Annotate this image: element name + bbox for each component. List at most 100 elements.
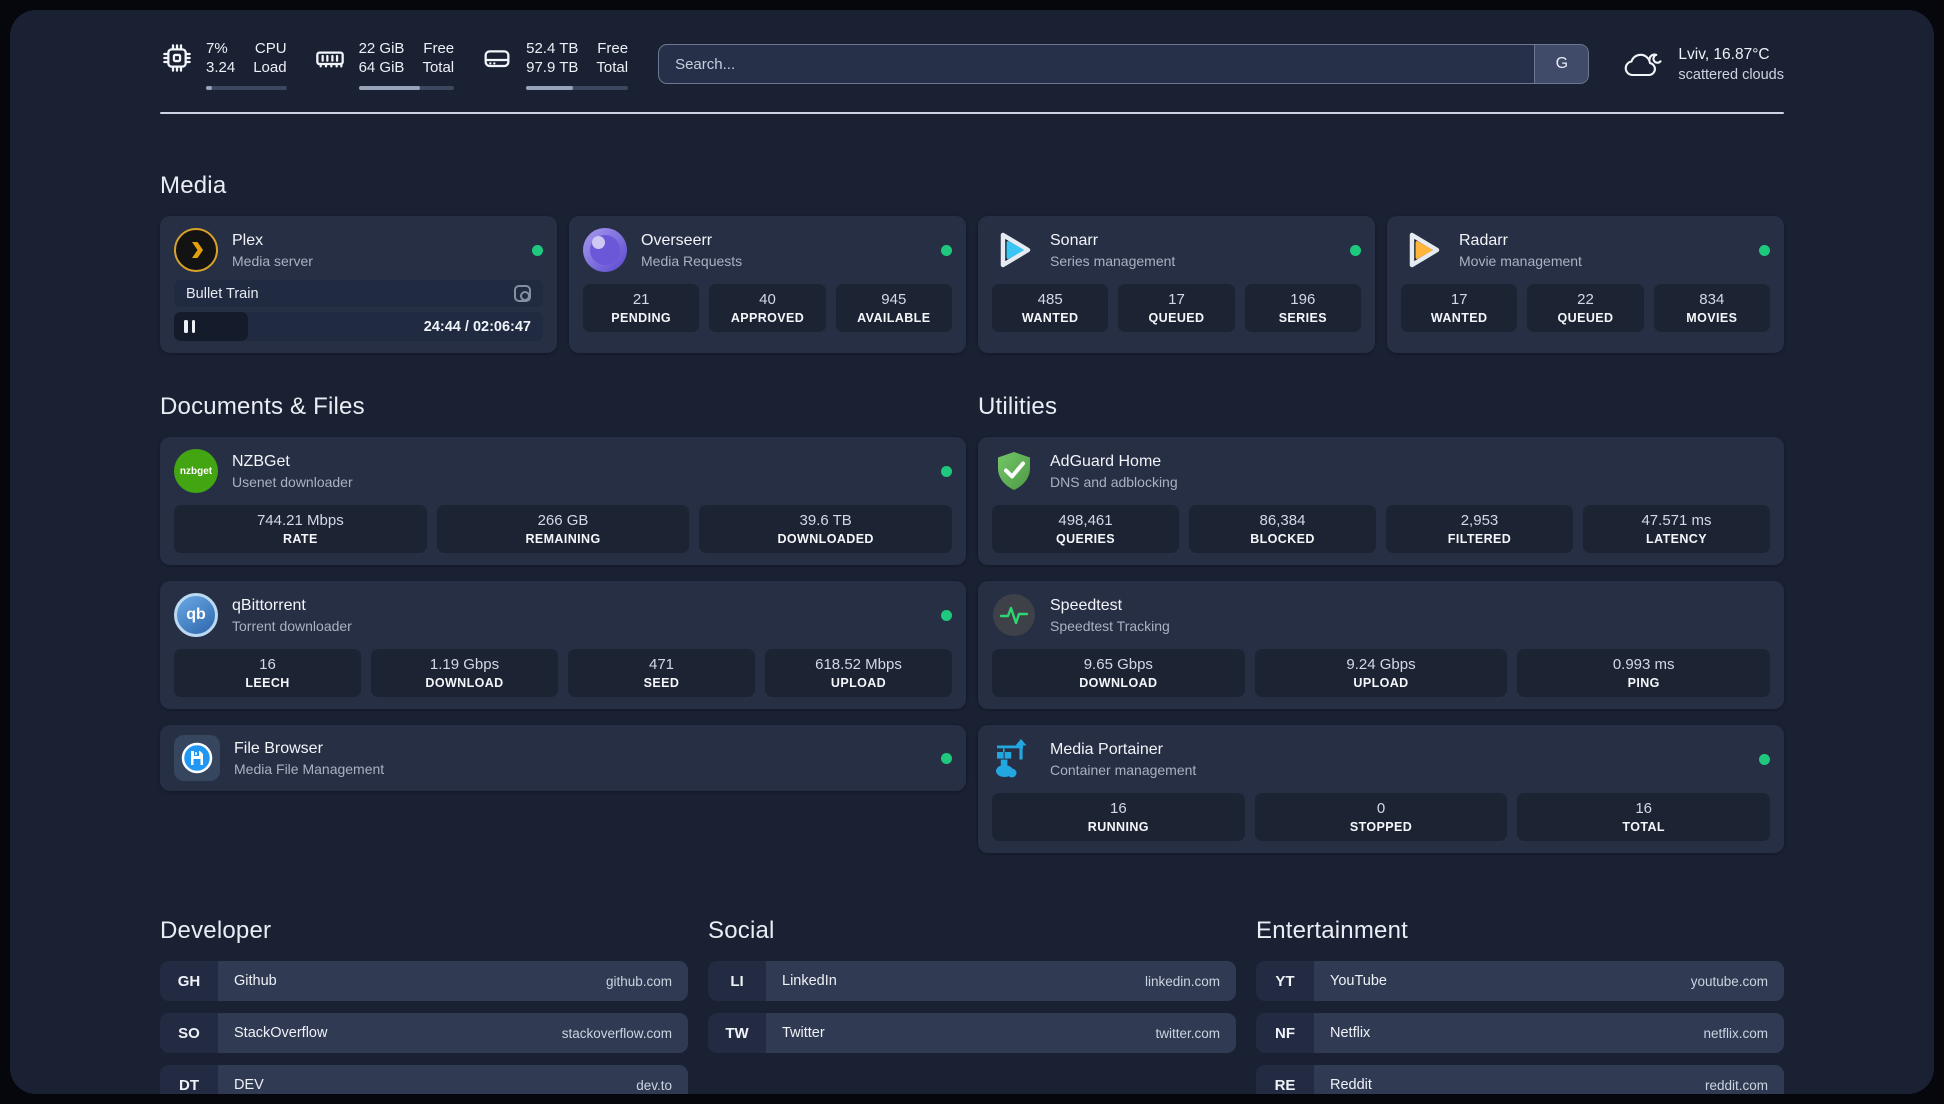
app-card-radarr[interactable]: Radarr Movie management 17 WANTED 22 QUEUE… — [1387, 216, 1784, 353]
stat-box: 9.65 Gbps DOWNLOAD — [992, 649, 1245, 697]
status-dot — [1350, 244, 1361, 256]
top-bar: 7% CPU 3.24 Load 22 GiB Free 64 GiB Tota… — [160, 39, 1784, 90]
bookmark-abbr: NF — [1256, 1013, 1314, 1053]
bookmark-name: DEV — [234, 1077, 264, 1093]
app-card-portainer[interactable]: Media Portainer Container management 16 R… — [978, 725, 1784, 853]
disk-total-value: 97.9 TB — [526, 59, 579, 76]
app-name: Plex — [232, 231, 264, 249]
cpu-load-value: 3.24 — [206, 59, 236, 76]
app-card-nzbget[interactable]: nzbget NZBGet Usenet downloader 744.21 M… — [160, 437, 966, 565]
cpu-load-label: Load — [253, 59, 287, 76]
bookmark-url: reddit.com — [1704, 1077, 1768, 1093]
bookmark-item-youtube[interactable]: YT YouTube youtube.com — [1256, 961, 1784, 1001]
session-icon — [514, 285, 531, 302]
portainer-icon — [992, 737, 1036, 781]
app-name: File Browser — [234, 739, 323, 757]
bookmark-url: linkedin.com — [1144, 973, 1220, 989]
app-card-adguard[interactable]: AdGuard Home DNS and adblocking 498,461 Q… — [978, 437, 1784, 565]
bookmark-item-twitter[interactable]: TW Twitter twitter.com — [708, 1013, 1236, 1053]
speedtest-icon — [992, 593, 1036, 637]
ram-total-label: Total — [422, 59, 455, 76]
stat-box: 196 SERIES — [1244, 284, 1361, 332]
app-card-plex[interactable]: Plex Media server Bullet Train 24:44 / 0… — [160, 216, 557, 353]
app-description: Container management — [1050, 761, 1197, 778]
cpu-widget: 7% CPU 3.24 Load — [160, 39, 287, 90]
stat-box: 2,953 FILTERED — [1386, 505, 1573, 553]
ram-free-label: Free — [423, 39, 455, 57]
app-card-filebrowser[interactable]: File Browser Media File Management — [160, 725, 966, 791]
section-documents: Documents & Files nzbget NZBGet Usenet d… — [160, 393, 966, 791]
app-card-overseerr[interactable]: Overseerr Media Requests 21 PENDING 40 APP… — [569, 216, 966, 353]
stat-box: 744.21 Mbps RATE — [174, 505, 427, 553]
app-description: Speedtest Tracking — [1050, 617, 1170, 634]
system-widgets: 7% CPU 3.24 Load 22 GiB Free 64 GiB Tota… — [160, 39, 629, 90]
bookmark-item-stackoverflow[interactable]: SO StackOverflow stackoverflow.com — [160, 1013, 688, 1053]
app-description: Media server — [232, 252, 313, 269]
cpu-label: CPU — [254, 39, 287, 57]
stat-box: 9.24 Gbps UPLOAD — [1254, 649, 1508, 697]
stat-box: 21 PENDING — [583, 284, 700, 332]
now-playing: Bullet Train — [174, 280, 543, 307]
playback-progress-fill — [174, 312, 248, 341]
pause-button[interactable] — [184, 320, 195, 333]
nzbget-icon: nzbget — [174, 449, 218, 493]
bookmark-abbr: SO — [160, 1013, 218, 1053]
disk-widget: 52.4 TB Free 97.9 TB Total — [480, 39, 629, 90]
stat-box: 22 QUEUED — [1527, 284, 1644, 332]
stat-box: 498,461 QUERIES — [992, 505, 1179, 553]
bookmark-abbr: GH — [160, 961, 218, 1001]
bookmark-group-social: Social LI LinkedIn linkedin.com TW Twitte… — [708, 917, 1236, 1094]
cpu-usage-bar — [206, 85, 287, 90]
bookmark-abbr: RE — [1256, 1065, 1314, 1094]
bookmark-name: LinkedIn — [782, 973, 837, 989]
app-description: Media Requests — [641, 252, 743, 269]
cpu-usage-value: 7% — [206, 39, 228, 57]
search-input[interactable] — [659, 45, 1535, 83]
status-dot — [1759, 753, 1770, 765]
weather-widget: Lviv, 16.87°C scattered clouds — [1619, 46, 1784, 83]
search-provider-button[interactable]: G — [1534, 45, 1589, 83]
qbittorrent-icon: qb — [174, 593, 218, 637]
overseerr-icon — [583, 228, 627, 272]
bookmark-group-entertainment: Entertainment YT YouTube youtube.com NF N… — [1256, 917, 1784, 1094]
app-card-qbittorrent[interactable]: qb qBittorrent Torrent downloader 16 LEEC… — [160, 581, 966, 709]
stat-box: 16 RUNNING — [992, 793, 1245, 841]
bookmark-name: Netflix — [1330, 1025, 1371, 1041]
section-utilities: Utilities AdGuard Home DNS and adblockin… — [978, 393, 1784, 853]
bookmark-item-netflix[interactable]: NF Netflix netflix.com — [1256, 1013, 1784, 1053]
stat-box: 945 AVAILABLE — [835, 284, 952, 332]
app-name: Overseerr — [641, 231, 713, 249]
disk-free-value: 52.4 TB — [526, 39, 579, 57]
bookmark-item-dev[interactable]: DT DEV dev.to — [160, 1065, 688, 1094]
section-media: Media Plex Media server Bullet Train 24:… — [160, 172, 1784, 353]
app-description: Torrent downloader — [232, 617, 352, 634]
bookmark-item-reddit[interactable]: RE Reddit reddit.com — [1256, 1065, 1784, 1094]
bookmark-abbr: YT — [1256, 961, 1314, 1001]
section-title-utilities: Utilities — [978, 393, 1058, 420]
app-name: AdGuard Home — [1050, 452, 1162, 470]
adguard-icon — [992, 449, 1036, 493]
bookmark-item-github[interactable]: GH Github github.com — [160, 961, 688, 1001]
dashboard: 7% CPU 3.24 Load 22 GiB Free 64 GiB Tota… — [10, 10, 1934, 1094]
bookmark-item-linkedin[interactable]: LI LinkedIn linkedin.com — [708, 961, 1236, 1001]
weather-location: Lviv, 16.87°C — [1678, 45, 1770, 63]
app-card-sonarr[interactable]: Sonarr Series management 485 WANTED 17 QUE… — [978, 216, 1375, 353]
app-card-speedtest[interactable]: Speedtest Speedtest Tracking 9.65 Gbps DO… — [978, 581, 1784, 709]
stat-box: 471 SEED — [568, 649, 755, 697]
bookmark-group-developer: Developer GH Github github.com SO StackOv… — [160, 917, 688, 1094]
clouds-icon — [1625, 53, 1662, 77]
app-name: NZBGet — [232, 452, 290, 470]
bookmark-url: dev.to — [636, 1077, 672, 1093]
bookmark-group-title: Social — [708, 917, 775, 944]
playback-bar: 24:44 / 02:06:47 — [174, 312, 543, 341]
disk-free-label: Free — [597, 39, 629, 57]
stat-box: 40 APPROVED — [709, 284, 826, 332]
app-description: Movie management — [1459, 252, 1582, 269]
stat-box: 1.19 Gbps DOWNLOAD — [371, 649, 558, 697]
search-bar: G — [658, 44, 1590, 84]
ram-usage-bar — [358, 85, 455, 90]
app-name: qBittorrent — [232, 596, 306, 614]
status-dot — [941, 609, 952, 621]
bookmark-name: Reddit — [1330, 1077, 1372, 1093]
app-name: Speedtest — [1050, 596, 1123, 614]
